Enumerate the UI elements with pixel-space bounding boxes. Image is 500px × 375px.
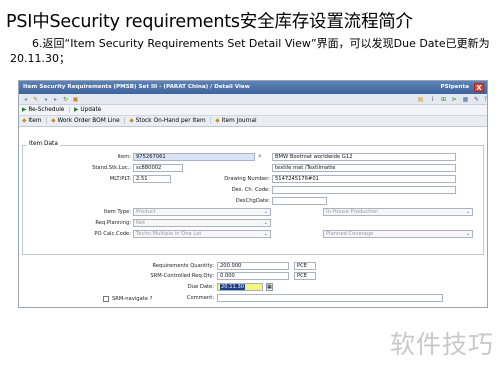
mlt-plt-label: MLT/PLT: [109, 176, 131, 182]
srm-controlled-qty-label: SRM-Controlled Req.Qty: [150, 273, 214, 279]
item-type-select[interactable]: Product ⌄ [133, 208, 271, 216]
previous-icon[interactable]: ◂ [42, 96, 49, 103]
design-change-code-field[interactable] [272, 186, 456, 194]
separator: | [45, 118, 48, 124]
due-date-field[interactable]: 20.11.30 [217, 283, 263, 291]
chevron-down-icon: ⌄ [465, 209, 470, 215]
window-title: Item Security Requirements (PMSB) Set II… [23, 84, 250, 90]
folder-icon[interactable]: ▤ [417, 96, 424, 103]
tab-stock-on-hand[interactable]: Stock On-Hand per Item [136, 116, 206, 127]
grid-icon[interactable]: ▦ [462, 96, 469, 103]
srm-navigate-label: SRM-navigate ? [112, 296, 153, 302]
mlt-plt-field[interactable]: 2.51 [133, 175, 171, 183]
filter-icon[interactable]: ⊳ [451, 96, 458, 103]
coverage-select[interactable]: Planned Coverage ⌄ [323, 230, 473, 238]
tab-item-journal[interactable]: Item Journal [222, 116, 257, 127]
app-window: Item Security Requirements (PMSB) Set II… [18, 80, 488, 308]
action-toolbar: ▶ Re-Schedule | ▶ Update [19, 105, 487, 116]
srm-controlled-qty-field[interactable]: 0.000 [217, 272, 289, 280]
item-label: Item: [117, 154, 131, 160]
chevron-down-icon: ⌄ [263, 209, 268, 215]
journal-icon: ◆ [215, 118, 220, 124]
separator: | [123, 118, 126, 124]
srm-qty-unit-field: PCE [294, 272, 316, 280]
play-icon: ▶ [22, 107, 27, 113]
brand-label: PSIpenta [440, 84, 469, 90]
design-change-date-label: DesChgDate: [235, 198, 270, 204]
requirements-quantity-label: Requirements Quantity: [152, 263, 215, 269]
edit-icon[interactable]: ✎ [473, 96, 480, 103]
split-icon[interactable]: ⊞ [440, 96, 447, 103]
section-label: Item Data [27, 141, 60, 147]
next-icon[interactable]: ▸ [52, 96, 59, 103]
refresh-icon[interactable]: ↻ [62, 96, 69, 103]
stock-icon: ◆ [129, 118, 134, 124]
wand-icon[interactable]: ✎ [32, 96, 39, 103]
req-planning-select[interactable]: Net ⌄ [133, 219, 271, 227]
chevron-down-icon: ⌄ [465, 231, 470, 237]
reschedule-button[interactable]: Re-Schedule [28, 105, 64, 116]
separator: | [209, 118, 212, 124]
item-data-section: Item Data Item: 975267061 ⌕ BMW Bootmat … [22, 141, 484, 255]
calendar-icon[interactable]: ▦ [266, 283, 273, 291]
icon-toolbar: ◂ ✎ ◂ ▸ ↻ ▣ ▤ i ⊞ ⊳ ▦ ✎ ? [19, 94, 487, 105]
design-change-date-field[interactable] [272, 197, 327, 205]
separator: | [68, 107, 71, 113]
drawing-number-field[interactable]: 5147245176#01 [272, 175, 456, 183]
design-change-code-label: Des. Ch. Code: [231, 187, 270, 193]
comment-field[interactable] [217, 294, 443, 302]
production-type-select[interactable]: In-House Production ⌄ [323, 208, 473, 216]
navigation-tabs: ◆ Item | ◆ Work Order BOM Line | ◆ Stock… [19, 116, 487, 127]
help-icon[interactable]: ? [482, 96, 487, 103]
slide-title: PSI中Security requirements安全库存设置流程简介 [6, 12, 413, 32]
save-icon[interactable]: ▣ [72, 96, 79, 103]
tab-work-order-bom-line[interactable]: Work Order BOM Line [57, 116, 119, 127]
req-planning-label: Req.Planning: [95, 220, 131, 226]
update-button[interactable]: Update [80, 105, 101, 116]
item-description-field: BMW Bootmat worldwide G12 [272, 153, 456, 161]
info-icon[interactable]: i [429, 96, 436, 103]
search-icon[interactable]: ⌕ [258, 152, 262, 161]
quantity-unit-field: PCE [294, 262, 316, 270]
back-icon[interactable]: ◂ [22, 96, 29, 103]
tab-item[interactable]: Item [28, 116, 41, 127]
stock-location-field[interactable]: sc880002 [133, 164, 183, 172]
window-titlebar: Item Security Requirements (PMSB) Set II… [19, 81, 487, 94]
chevron-down-icon: ⌄ [263, 231, 268, 237]
stock-location-description-field: textile mat /Textilmatte [272, 164, 456, 172]
stock-location-label: Stand.Stk.Loc.: [92, 165, 131, 171]
bom-icon: ◆ [51, 118, 56, 124]
chevron-down-icon: ⌄ [263, 220, 268, 226]
srm-navigate-checkbox[interactable] [103, 296, 109, 302]
close-icon[interactable]: X [474, 83, 484, 92]
slide-body-text: 6.返回“Item Security Requirements Set Deta… [10, 37, 490, 65]
po-calc-code-label: PO Calc.Code: [94, 231, 131, 237]
item-icon: ◆ [22, 118, 27, 124]
play-icon: ▶ [74, 107, 79, 113]
po-calc-code-select[interactable]: Techn.Multiple in One Lot ⌄ [133, 230, 271, 238]
item-field[interactable]: 975267061 [133, 153, 255, 161]
watermark-text: 软件技巧 [389, 330, 494, 359]
item-type-label: Item Type: [103, 209, 131, 215]
drawing-number-label: Drawing Number: [224, 176, 270, 182]
requirements-quantity-field[interactable]: 200.000 [217, 262, 289, 270]
due-date-label: Due Date: [187, 284, 214, 290]
